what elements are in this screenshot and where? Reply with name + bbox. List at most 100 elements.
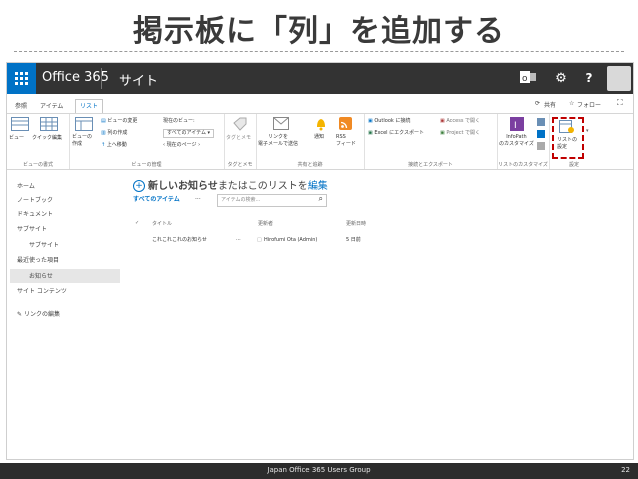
search-icon[interactable]: ⌕	[319, 195, 323, 203]
column-modified[interactable]: 更新日時	[346, 221, 366, 228]
outlook-connect-button[interactable]: ▣ Outlook に接続	[368, 118, 410, 125]
item-modified: 5 日前	[346, 237, 361, 243]
pencil-icon: ✎	[17, 311, 23, 318]
current-view-select[interactable]: すべてのアイテム ▾	[163, 129, 215, 138]
focus-icon[interactable]: ⛶	[617, 98, 623, 108]
ribbon: ビュー クイック編集 ビューの書式 ビューの 作成 ▤ ビューの変更 現在のビュ…	[7, 113, 633, 170]
nav-item-documents[interactable]: ドキュメント	[17, 209, 53, 218]
nav-item-recent[interactable]: 最近使った項目	[17, 255, 59, 264]
item-title-link[interactable]: これこれこれのお知らせ	[152, 237, 207, 244]
tags-group-label: タグとメモ	[227, 162, 253, 168]
infopath-button[interactable]: I InfoPath のカスタマイズ	[499, 117, 535, 155]
nav-item-subsite[interactable]: サブサイト	[29, 240, 59, 249]
rss-icon	[339, 117, 352, 130]
column-title[interactable]: タイトル	[152, 221, 172, 228]
avatar[interactable]	[607, 66, 631, 91]
project-open-button[interactable]: ▣ Project で開く	[440, 130, 480, 137]
create-view-label: ビューの 作成	[72, 134, 93, 147]
view-manage-group-label: ビューの管理	[131, 162, 162, 168]
infopath-label: InfoPath のカスタマイズ	[499, 134, 534, 147]
list-view-icon	[11, 117, 29, 131]
select-all-check-icon[interactable]: ✓	[135, 220, 139, 227]
outlook-connect-label: Outlook に接続	[374, 118, 411, 124]
group-customize: I InfoPath のカスタマイズ リストのカスタマイズ	[497, 114, 550, 169]
ribbon-tabs: 参照 アイテム リスト ⟳ 共有 ☆ フォロー ⛶	[7, 98, 633, 114]
rss-button[interactable]: RSS フィード	[336, 117, 360, 155]
search-input[interactable]: アイテムの検索...	[221, 197, 260, 204]
current-page-control[interactable]: ‹ 現在のページ ›	[163, 142, 200, 149]
add-icon: +	[133, 180, 145, 192]
group-view-format: ビュー クイック編集 ビューの書式	[7, 114, 70, 169]
quick-edit-button[interactable]: クイック編集	[32, 117, 67, 147]
create-column-button[interactable]: ▥ 列の作成	[101, 130, 127, 137]
help-icon[interactable]: ?	[580, 70, 598, 87]
share-button[interactable]: 共有	[544, 100, 556, 109]
create-view-icon	[75, 117, 93, 131]
follow-icon[interactable]: ☆	[569, 100, 574, 107]
main-title: + 新しいお知らせまたはこのリストを編集	[133, 177, 328, 192]
view-button[interactable]: ビュー	[9, 117, 31, 147]
modify-view-button[interactable]: ▤ ビューの変更	[101, 118, 137, 125]
group-settings: リストの 設定 ▾ 設定	[549, 114, 599, 169]
nav-item-subsites-heading[interactable]: サブサイト	[17, 224, 47, 233]
edit-list-link[interactable]: 編集	[308, 181, 328, 192]
create-view-button[interactable]: ビューの 作成	[72, 117, 96, 155]
email-link-button[interactable]: リンクを 電子メールで送信	[258, 117, 304, 155]
app-launcher-button[interactable]	[7, 63, 36, 94]
tab-list[interactable]: リスト	[75, 99, 104, 114]
view-format-group-label: ビューの書式	[22, 162, 53, 168]
tab-items[interactable]: アイテム	[40, 101, 63, 110]
settings-group-label: 設定	[568, 162, 579, 168]
waffle-icon	[15, 72, 28, 85]
connect-export-group-label: 接続とエクスポート	[408, 162, 453, 168]
tags-notes-label: タグとメモ	[226, 135, 252, 141]
list-settings-button[interactable]: リストの 設定	[552, 117, 584, 159]
settings-more-icon[interactable]: ▾	[586, 128, 589, 135]
modify-view-label: ビューの変更	[107, 118, 138, 124]
new-item-button[interactable]: + 新しいお知らせ	[133, 180, 218, 192]
footer-bar: Japan Office 365 Users Group 22	[0, 463, 638, 479]
excel-export-button[interactable]: ▣ Excel にエクスポート	[368, 130, 424, 137]
create-column-icon: ▥	[101, 130, 106, 136]
tags-notes-button[interactable]: タグとメモ	[226, 117, 254, 155]
share-icon[interactable]: ⟳	[535, 100, 540, 107]
nav-item-announcements[interactable]: お知らせ	[29, 271, 53, 280]
follow-button[interactable]: フォロー	[577, 100, 601, 109]
customize-small-icon-3[interactable]	[537, 142, 545, 150]
view-selector-all-items[interactable]: すべてのアイテム	[133, 196, 180, 203]
column-modified-by[interactable]: 更新者	[258, 221, 273, 228]
item-modified-by[interactable]: Hirofumi Ota (Admin)	[264, 237, 317, 244]
navigate-up-button[interactable]: ↑ 上へ移動	[101, 142, 127, 149]
settings-gear-icon[interactable]: ⚙	[552, 70, 570, 87]
customize-small-icon-2[interactable]	[537, 130, 545, 138]
nav-item-notebook[interactable]: ノートブック	[17, 195, 53, 204]
search-box[interactable]: アイテムの検索... ⌕	[217, 194, 327, 207]
alert-label: 通知	[314, 134, 325, 140]
more-views-button[interactable]: ···	[195, 196, 201, 203]
presence-icon: □	[257, 237, 262, 243]
access-open-button[interactable]: ▣ Access で開く	[440, 118, 480, 125]
group-view-manage: ビューの 作成 ▤ ビューの変更 現在のビュー: ▥ 列の作成 すべてのアイテム…	[69, 114, 225, 169]
edit-links-button[interactable]: ✎ リンクの編集	[17, 309, 60, 318]
nav-selected-highlight	[10, 269, 120, 283]
email-icon	[273, 117, 289, 130]
svg-text:o: o	[522, 74, 528, 84]
grid-icon	[40, 117, 58, 131]
current-view-label: 現在のビュー:	[163, 118, 195, 124]
svg-text:I: I	[514, 121, 517, 131]
prev-page-icon: ‹	[163, 142, 165, 148]
site-title[interactable]: サイト	[119, 70, 158, 89]
view-label: ビュー	[9, 135, 25, 141]
nav-item-site-contents[interactable]: サイト コンテンツ	[17, 286, 67, 295]
brand-title[interactable]: Office 365	[42, 70, 109, 85]
outlook-icon[interactable]: o	[519, 70, 537, 87]
item-menu-button[interactable]: ···	[236, 237, 241, 244]
navigate-up-label: 上へ移動	[106, 142, 127, 148]
customize-small-icon-1[interactable]	[537, 118, 545, 126]
dropdown-icon: ▾	[207, 130, 211, 136]
slide-title: 掲示板に「列」を追加する	[133, 14, 505, 49]
alert-button[interactable]: 通知	[312, 117, 330, 155]
nav-item-home[interactable]: ホーム	[17, 181, 35, 190]
new-item-label: 新しいお知らせ	[148, 181, 218, 192]
tab-browse[interactable]: 参照	[15, 101, 27, 110]
